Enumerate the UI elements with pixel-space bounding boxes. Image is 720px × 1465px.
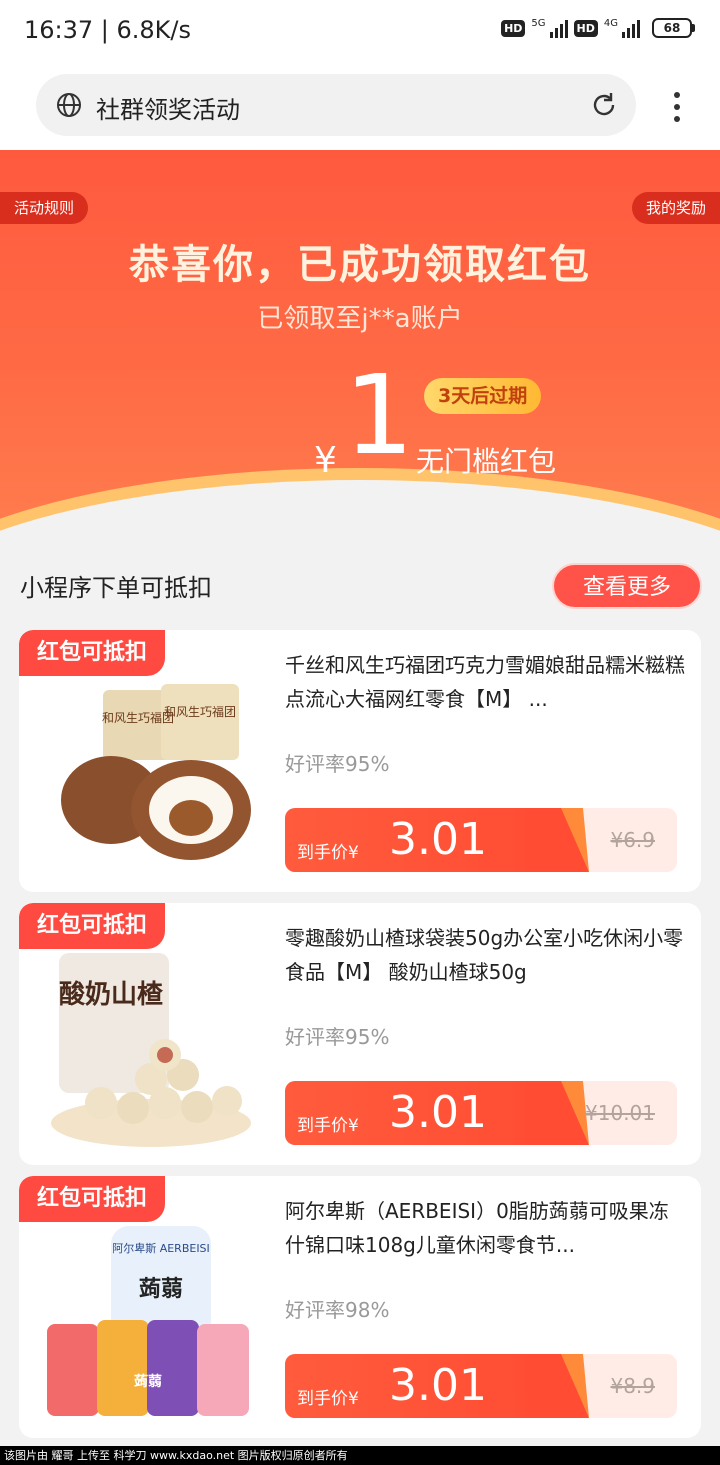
congrats-heading: 恭喜你，已成功领取红包: [129, 242, 591, 288]
brand-label: 阿尔卑斯 AERBEISI: [112, 1241, 210, 1255]
product-card[interactable]: 红包可抵扣 阿尔卑斯 AERBEISI 蒟蒻 蒟蒻 阿尔卑斯（AERBEISI）…: [19, 1176, 701, 1438]
my-rewards-button[interactable]: 我的奖励: [631, 192, 720, 224]
coupon-badge: 红包可抵扣: [19, 903, 166, 949]
price-label: 到手价¥: [297, 1116, 359, 1136]
chocolate-mochi-image: 和风生巧福团 和风生巧福团: [61, 684, 251, 860]
cup-label: 蒟蒻: [134, 1373, 162, 1390]
product-name: 阿尔卑斯（AERBEISI）0脂肪蒟蒻可吸果冻什锦口味108g儿童休闲零食节..…: [285, 1199, 669, 1257]
coupon-badge: 红包可抵扣: [19, 630, 166, 676]
final-price: 3.01: [389, 814, 487, 865]
product-card[interactable]: 红包可抵扣 和风生巧福团 和风生巧福团 千丝和风生巧福团巧克力雪媚娘甜品糯米糍糕…: [19, 630, 701, 892]
pack-label: 和风生巧福团: [164, 704, 236, 719]
address-bar[interactable]: 社群领奖活动: [36, 74, 636, 136]
battery-icon: 68: [652, 18, 695, 38]
currency-symbol: ¥: [314, 440, 337, 481]
pack-label: 酸奶山楂: [59, 979, 164, 1010]
rules-button[interactable]: 活动规则: [0, 192, 89, 224]
price-bar-arrow-icon: [525, 808, 589, 872]
price-bar-arrow-icon: [525, 1354, 589, 1418]
pack-label: 蒟蒻: [139, 1276, 183, 1302]
status-time: 16:37 | 6.8K/s: [24, 16, 192, 44]
price-bar[interactable]: 到手价¥ 3.01 ¥6.9: [285, 808, 677, 872]
original-price: ¥6.9: [610, 828, 655, 852]
reward-banner: 活动规则 我的奖励 恭喜你，已成功领取红包 已领取至j**a账户 ¥ 1 3天后…: [0, 150, 720, 560]
price-bar[interactable]: 到手价¥ 3.01 ¥10.01: [285, 1081, 677, 1145]
network-gen-label: 4G: [603, 18, 618, 29]
browser-toolbar: 社群领奖活动: [0, 62, 720, 150]
expire-badge: 3天后过期: [424, 378, 542, 414]
section-title: 小程序下单可抵扣: [20, 574, 212, 602]
product-name: 千丝和风生巧福团巧克力雪媚娘甜品糯米糍糕点流心大福网红零食【M】 ...: [285, 653, 685, 711]
account-line: 已领取至j**a账户: [257, 304, 463, 334]
price-label: 到手价¥: [297, 843, 359, 863]
view-more-button[interactable]: 查看更多: [552, 563, 702, 609]
konjac-jelly-image: 阿尔卑斯 AERBEISI 蒟蒻 蒟蒻: [47, 1226, 249, 1416]
hd-icon: HD: [573, 19, 598, 37]
status-icons: HD 5G HD 4G 68: [501, 18, 695, 38]
rating-label: 好评率95%: [285, 752, 390, 776]
yogurt-hawthorn-balls-image: 酸奶山楂: [51, 953, 251, 1147]
watermark-footer: 该图片由 耀哥 上传至 科学刀 www.kxdao.net 图片版权归原创者所有: [0, 1446, 720, 1465]
price-bar[interactable]: 到手价¥ 3.01 ¥8.9: [285, 1354, 677, 1418]
status-bar: 16:37 | 6.8K/s HD 5G HD 4G 68: [0, 0, 720, 62]
page-title: 社群领奖活动: [96, 96, 240, 124]
original-price: ¥8.9: [610, 1374, 655, 1398]
coupon-badge: 红包可抵扣: [19, 1176, 166, 1222]
reward-amount: 1: [344, 351, 414, 479]
final-price: 3.01: [389, 1087, 487, 1138]
product-name: 零趣酸奶山楂球袋装50g办公室小吃休闲小零食品【M】 酸奶山楂球50g: [285, 926, 684, 984]
price-label: 到手价¥: [297, 1389, 359, 1409]
original-price: ¥10.01: [585, 1101, 655, 1125]
signal-icon: [549, 18, 568, 38]
product-card[interactable]: 红包可抵扣 酸奶山楂 零趣酸奶山楂球袋装50g办公室小吃休闲小零食品【M】 酸奶…: [19, 903, 701, 1165]
hd-icon: HD: [501, 19, 526, 37]
final-price: 3.01: [389, 1360, 487, 1411]
more-menu-icon[interactable]: [674, 92, 680, 128]
rating-label: 好评率98%: [285, 1298, 390, 1322]
rating-label: 好评率95%: [285, 1025, 390, 1049]
reload-icon[interactable]: [590, 91, 618, 119]
signal-icon: [622, 18, 640, 38]
network-gen-label: 5G: [531, 18, 546, 29]
globe-icon: [57, 93, 81, 117]
packet-type-label: 无门槛红包: [416, 445, 557, 478]
